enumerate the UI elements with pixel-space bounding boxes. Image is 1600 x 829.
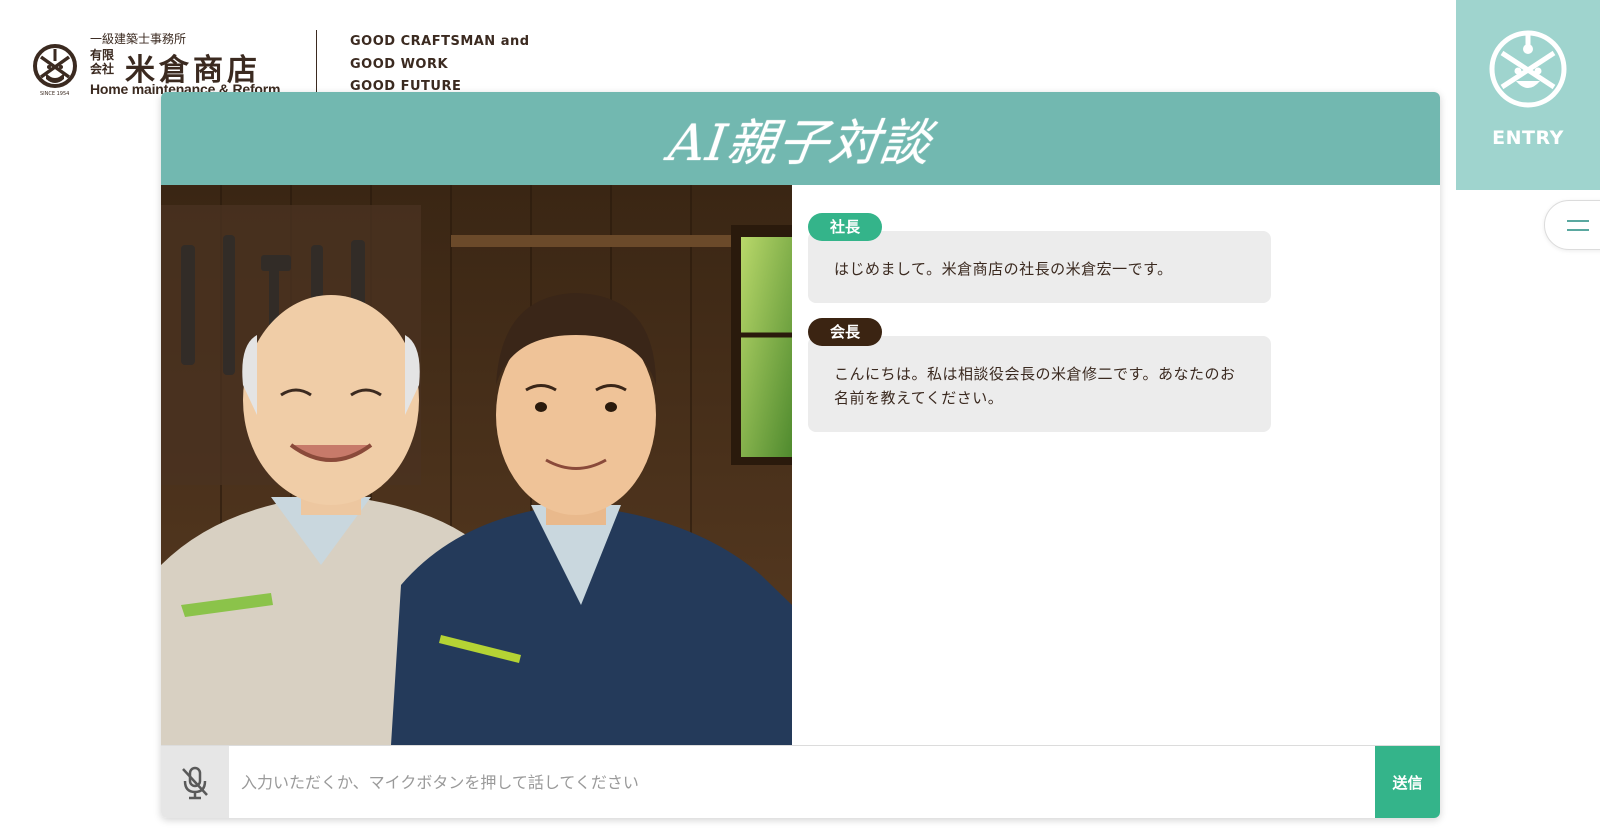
company-logo[interactable]: 一級建築士事務所 有限会社 米倉商店 Home maintenance & Re…	[32, 28, 280, 100]
speaker-tag-president: 社長	[808, 213, 883, 241]
portrait-illustration	[161, 185, 792, 745]
slogan-line: GOOD WORK	[350, 56, 449, 72]
entry-emblem-icon	[1489, 30, 1567, 108]
slogan: GOOD CRAFTSMAN and GOOD WORK GOOD FUTURE	[350, 31, 530, 99]
mic-button[interactable]	[161, 746, 229, 818]
menu-button[interactable]	[1544, 200, 1600, 250]
message-bubble: こんにちは。私は相談役会長の米倉修二です。あなたのお名前を教えてください。	[808, 336, 1271, 432]
card-header: AI親子対談	[161, 92, 1440, 185]
message-bubble: はじめまして。米倉商店の社長の米倉宏一です。	[808, 231, 1271, 303]
entry-label: ENTRY	[1492, 127, 1564, 149]
logo-since: SINCE 1954	[40, 91, 70, 97]
chat-message: 社長 はじめまして。米倉商店の社長の米倉宏一です。	[808, 213, 1271, 303]
menu-icon	[1567, 229, 1589, 231]
logo-company-type: 有限会社	[90, 48, 115, 76]
logo-emblem-icon	[33, 44, 77, 88]
chat-input-bar: 送信	[161, 745, 1440, 818]
chat-message: 会長 こんにちは。私は相談役会長の米倉修二です。あなたのお名前を教えてください。	[808, 318, 1271, 432]
portrait-image	[161, 185, 792, 745]
header-divider	[316, 30, 317, 98]
card-title: AI親子対談	[664, 113, 935, 172]
entry-button[interactable]: ENTRY	[1456, 0, 1600, 190]
mic-off-icon	[182, 766, 208, 799]
speaker-tag-chairman: 会長	[808, 318, 883, 346]
send-button[interactable]: 送信	[1375, 746, 1440, 818]
chat-log: 社長 はじめまして。米倉商店の社長の米倉宏一です。 会長 こんにちは。私は相談役…	[792, 185, 1440, 745]
ai-dialogue-card: AI親子対談 社長 はじめまして。米倉商店の社長の米倉宏一です。 会長 こんにち…	[161, 92, 1440, 818]
chat-input[interactable]	[229, 746, 1375, 818]
menu-icon	[1567, 220, 1589, 222]
slogan-line: GOOD CRAFTSMAN and	[350, 34, 530, 49]
